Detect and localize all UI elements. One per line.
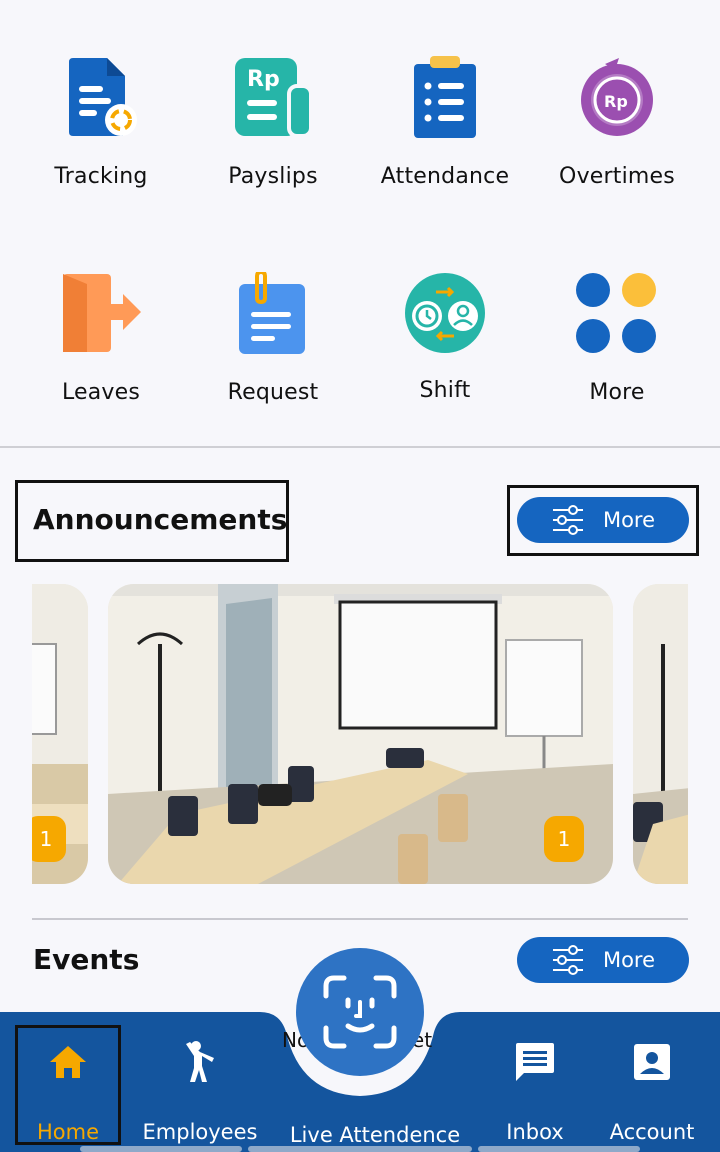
menu-item-label: Overtimes — [559, 164, 675, 189]
gesture-bar — [478, 1146, 640, 1152]
menu-item-label: Tracking — [54, 164, 148, 189]
meeting-room-image — [108, 584, 613, 884]
home-outline — [15, 1025, 121, 1145]
menu-item-more[interactable]: More — [531, 216, 703, 405]
menu-item-label: Leaves — [61, 380, 141, 405]
svg-text:Rp: Rp — [247, 67, 280, 92]
menu-item-label: Shift — [419, 378, 471, 403]
menu-item-overtimes[interactable]: Rp Overtimes — [531, 0, 703, 189]
clipped-note-icon — [228, 272, 318, 356]
announcements-more-button[interactable]: More — [517, 497, 689, 543]
announcement-badge: 1 — [32, 816, 66, 862]
menu-item-request[interactable]: Request — [187, 216, 359, 405]
svg-text:Rp: Rp — [604, 92, 628, 111]
section-divider — [0, 446, 720, 448]
menu-item-payslips[interactable]: Rp Payslips — [187, 0, 359, 189]
menu-item-label: Attendance — [380, 164, 510, 189]
more-button-label: More — [602, 948, 656, 972]
message-icon — [514, 1042, 556, 1082]
announcement-card[interactable] — [633, 584, 688, 884]
gesture-bar — [248, 1146, 472, 1152]
announcements-title: Announcements — [33, 503, 288, 536]
events-more-button[interactable]: More — [517, 937, 689, 983]
more-button-label: More — [602, 508, 656, 532]
section-divider — [32, 918, 688, 920]
tracking-doc-icon — [56, 56, 146, 140]
clipboard-list-icon — [400, 56, 490, 140]
announcements-carousel[interactable]: 1 1 — [32, 584, 688, 884]
nav-item-employees[interactable]: Employees — [130, 1012, 270, 1152]
exit-door-icon — [56, 272, 146, 356]
menu-item-tracking[interactable]: Tracking — [15, 0, 187, 189]
menu-item-label: Request — [227, 380, 319, 405]
nav-label: Live Attendence — [289, 1123, 461, 1147]
clock-rp-icon: Rp — [572, 56, 662, 140]
account-box-icon — [632, 1042, 672, 1082]
announcement-card[interactable]: 1 — [108, 584, 613, 884]
menu-item-attendance[interactable]: Attendance — [359, 0, 531, 189]
nav-label: Employees — [142, 1120, 258, 1144]
nav-item-inbox[interactable]: Inbox — [480, 1012, 590, 1152]
nav-item-account[interactable]: Account — [594, 1012, 710, 1152]
menu-item-label: More — [589, 380, 645, 405]
nav-label: Inbox — [506, 1120, 564, 1144]
shift-swap-icon — [400, 272, 490, 354]
nav-label: Account — [609, 1120, 695, 1144]
announcement-card[interactable]: 1 — [32, 584, 88, 884]
announcement-badge: 1 — [544, 816, 584, 862]
person-waving-icon — [182, 1041, 218, 1082]
face-scan-icon — [323, 975, 397, 1049]
meeting-room-image — [633, 584, 688, 884]
menu-item-label: Payslips — [228, 164, 318, 189]
quick-menu-grid: Tracking Rp Payslips Attendance Rp Overt… — [0, 0, 720, 448]
four-dots-icon — [572, 272, 662, 356]
filter-sliders-icon — [552, 505, 583, 535]
face-scan-button[interactable] — [296, 948, 424, 1076]
payslip-rp-icon: Rp — [228, 56, 318, 140]
menu-item-shift[interactable]: Shift — [359, 216, 531, 403]
events-title: Events — [33, 943, 140, 976]
gesture-bar — [80, 1146, 242, 1152]
menu-item-leaves[interactable]: Leaves — [15, 216, 187, 405]
filter-sliders-icon — [552, 945, 583, 975]
